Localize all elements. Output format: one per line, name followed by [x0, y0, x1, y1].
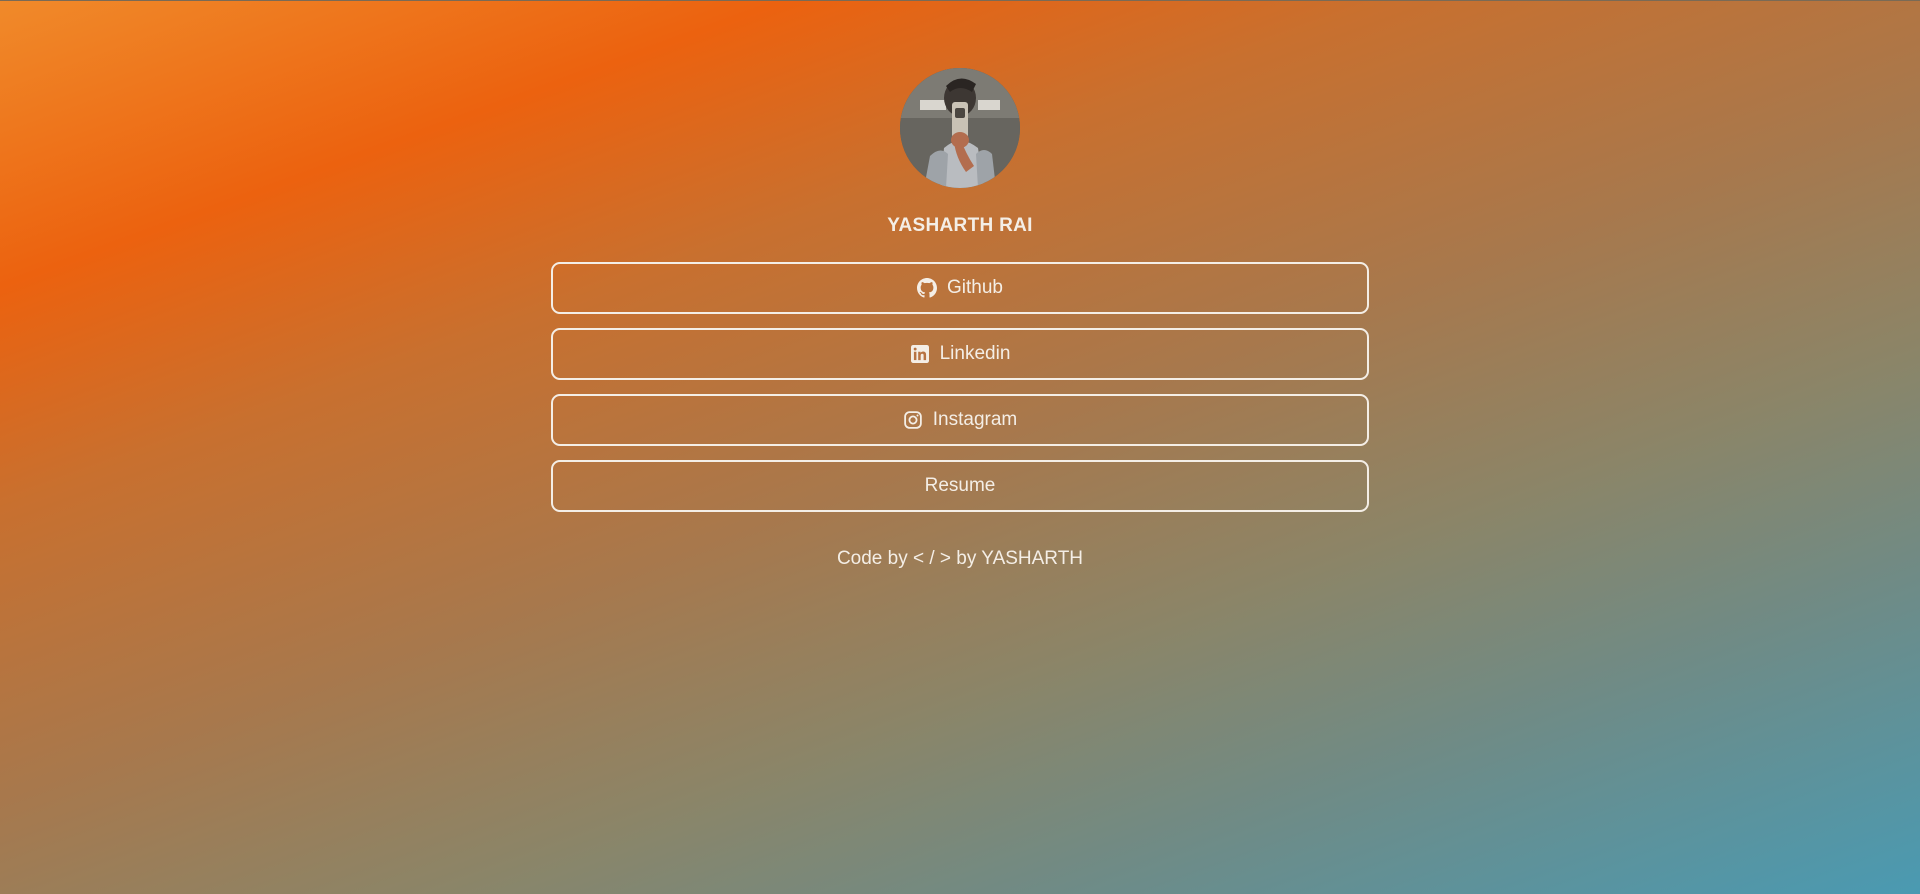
instagram-label: Instagram [932, 409, 1018, 430]
resume-button[interactable]: Resume [551, 460, 1369, 512]
instagram-icon [903, 410, 923, 430]
linkedin-label: Linkedin [939, 343, 1011, 364]
github-label: Github [947, 277, 1003, 298]
profile-card: YASHARTH RAI Github Linkedin Instagram R… [0, 0, 1920, 570]
avatar [900, 68, 1020, 188]
linkedin-button[interactable]: Linkedin [551, 328, 1369, 380]
footer-credit: Code by < / > by YASHARTH [836, 548, 1084, 569]
resume-label: Resume [924, 475, 996, 496]
github-button[interactable]: Github [551, 262, 1369, 314]
instagram-button[interactable]: Instagram [551, 394, 1369, 446]
github-icon [917, 278, 937, 298]
profile-name: YASHARTH RAI [887, 215, 1033, 236]
avatar-photo [900, 68, 1020, 188]
linkedin-icon [910, 344, 930, 364]
link-list: Github Linkedin Instagram Resume [551, 262, 1369, 526]
